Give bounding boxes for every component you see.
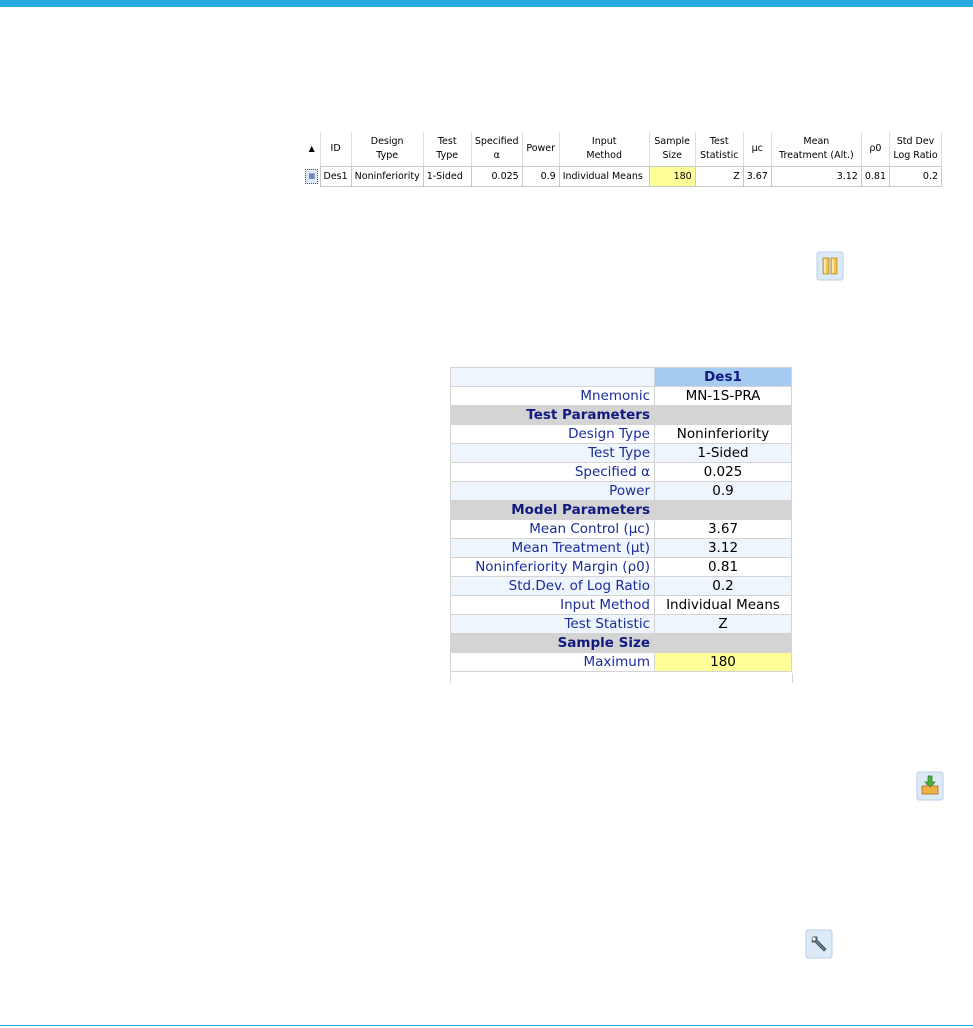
design-details-table: Des1 Mnemonic MN-1S-PRA Test Parameters … [450, 367, 792, 672]
specified-alpha-label: Specified α [450, 462, 655, 482]
details-row-maximum: Maximum 180 [450, 652, 792, 672]
grid-header-row: ▲ ID Design Type Test Type Specified α Powe… [304, 132, 943, 167]
column-header-power[interactable]: Power [522, 132, 560, 167]
details-corner-cell [450, 367, 655, 387]
cell-design-type[interactable]: Noninferiority [350, 166, 424, 187]
table-row[interactable]: ▦ Des1 Noninferiority 1-Sided 0.025 0.9 … [304, 166, 943, 187]
details-row-specified-alpha: Specified α 0.025 [450, 462, 792, 482]
cell-input-method[interactable]: Individual Means [558, 166, 650, 187]
maximum-value: 180 [654, 652, 792, 672]
column-header-id[interactable]: ID [320, 132, 352, 167]
details-table-footer [450, 673, 793, 683]
column-header-mu-c[interactable]: μc [743, 132, 772, 167]
details-row-design-type: Design Type Noninferiority [450, 424, 792, 444]
specified-alpha-value: 0.025 [654, 462, 792, 482]
row-selector-icon[interactable]: ▦ [304, 167, 320, 187]
details-row-mean-treatment: Mean Treatment (μt) 3.12 [450, 538, 792, 558]
column-header-design-type[interactable]: Design Type [351, 132, 424, 167]
power-value: 0.9 [654, 481, 792, 501]
cell-sample-size[interactable]: 180 [648, 166, 696, 187]
power-label: Power [450, 481, 655, 501]
bottom-accent-line [0, 1025, 973, 1026]
cell-test-statistic[interactable]: Z [694, 166, 744, 187]
mean-control-value: 3.67 [654, 519, 792, 539]
column-header-test-statistic[interactable]: Test Statistic [695, 132, 744, 167]
edit-design-icon[interactable] [805, 929, 833, 959]
design-type-value: Noninferiority [654, 424, 792, 444]
details-row-mnemonic: Mnemonic MN-1S-PRA [450, 386, 792, 406]
column-header-input-method[interactable]: Input Method [559, 132, 650, 167]
sort-arrow-icon[interactable]: ▲ [304, 132, 321, 167]
section-model-parameters-blank [654, 500, 792, 520]
test-type-label: Test Type [450, 443, 655, 463]
design-type-label: Design Type [450, 424, 655, 444]
save-to-workbook-icon[interactable] [916, 771, 944, 801]
details-row-noninferiority-margin: Noninferiority Margin (ρ0) 0.81 [450, 557, 792, 577]
top-accent-bar [0, 0, 973, 7]
column-header-sample-size[interactable]: Sample Size [649, 132, 696, 167]
section-model-parameters: Model Parameters [450, 500, 792, 520]
test-statistic-value: Z [654, 614, 792, 634]
test-type-value: 1-Sided [654, 443, 792, 463]
output-preview-grid: ▲ ID Design Type Test Type Specified α Powe… [304, 132, 943, 187]
compare-plots-icon[interactable] [816, 251, 844, 281]
column-header-std-dev[interactable]: Std Dev Log Ratio [889, 132, 943, 167]
noninferiority-margin-value: 0.81 [654, 557, 792, 577]
column-header-specified-alpha[interactable]: Specified α [471, 132, 523, 167]
section-model-parameters-label: Model Parameters [450, 500, 655, 520]
details-row-input-method: Input Method Individual Means [450, 595, 792, 615]
section-sample-size: Sample Size [450, 633, 792, 653]
cell-id[interactable]: Des1 [319, 166, 352, 187]
cell-rho0[interactable]: 0.81 [860, 166, 891, 187]
cell-mean-treatment[interactable]: 3.12 [770, 166, 862, 187]
mean-treatment-label: Mean Treatment (μt) [450, 538, 655, 558]
column-header-mean-treatment[interactable]: Mean Treatment (Alt.) [771, 132, 862, 167]
details-row-mean-control: Mean Control (μc) 3.67 [450, 519, 792, 539]
cell-std-dev[interactable]: 0.2 [889, 166, 943, 187]
cell-test-type[interactable]: 1-Sided [422, 166, 472, 187]
input-method-label: Input Method [450, 595, 655, 615]
section-test-parameters-blank [654, 405, 792, 425]
mean-control-label: Mean Control (μc) [450, 519, 655, 539]
mean-treatment-value: 3.12 [654, 538, 792, 558]
maximum-label: Maximum [450, 652, 655, 672]
input-method-value: Individual Means [654, 595, 792, 615]
details-header-row: Des1 [450, 367, 792, 387]
noninferiority-margin-label: Noninferiority Margin (ρ0) [450, 557, 655, 577]
std-dev-value: 0.2 [654, 576, 792, 596]
details-row-test-type: Test Type 1-Sided [450, 443, 792, 463]
details-row-test-statistic: Test Statistic Z [450, 614, 792, 634]
cell-power[interactable]: 0.9 [521, 166, 560, 187]
column-header-test-type[interactable]: Test Type [423, 132, 472, 167]
mnemonic-value: MN-1S-PRA [654, 386, 792, 406]
cell-mu-c[interactable]: 3.67 [742, 166, 772, 187]
cell-specified-alpha[interactable]: 0.025 [470, 166, 523, 187]
details-row-std-dev: Std.Dev. of Log Ratio 0.2 [450, 576, 792, 596]
column-header-rho0[interactable]: ρ0 [861, 132, 891, 167]
section-test-parameters-label: Test Parameters [450, 405, 655, 425]
std-dev-label: Std.Dev. of Log Ratio [450, 576, 655, 596]
section-test-parameters: Test Parameters [450, 405, 792, 425]
mnemonic-label: Mnemonic [450, 386, 655, 406]
design-column-header[interactable]: Des1 [654, 367, 792, 387]
test-statistic-label: Test Statistic [450, 614, 655, 634]
section-sample-size-label: Sample Size [450, 633, 655, 653]
section-sample-size-blank [654, 633, 792, 653]
details-row-power: Power 0.9 [450, 481, 792, 501]
